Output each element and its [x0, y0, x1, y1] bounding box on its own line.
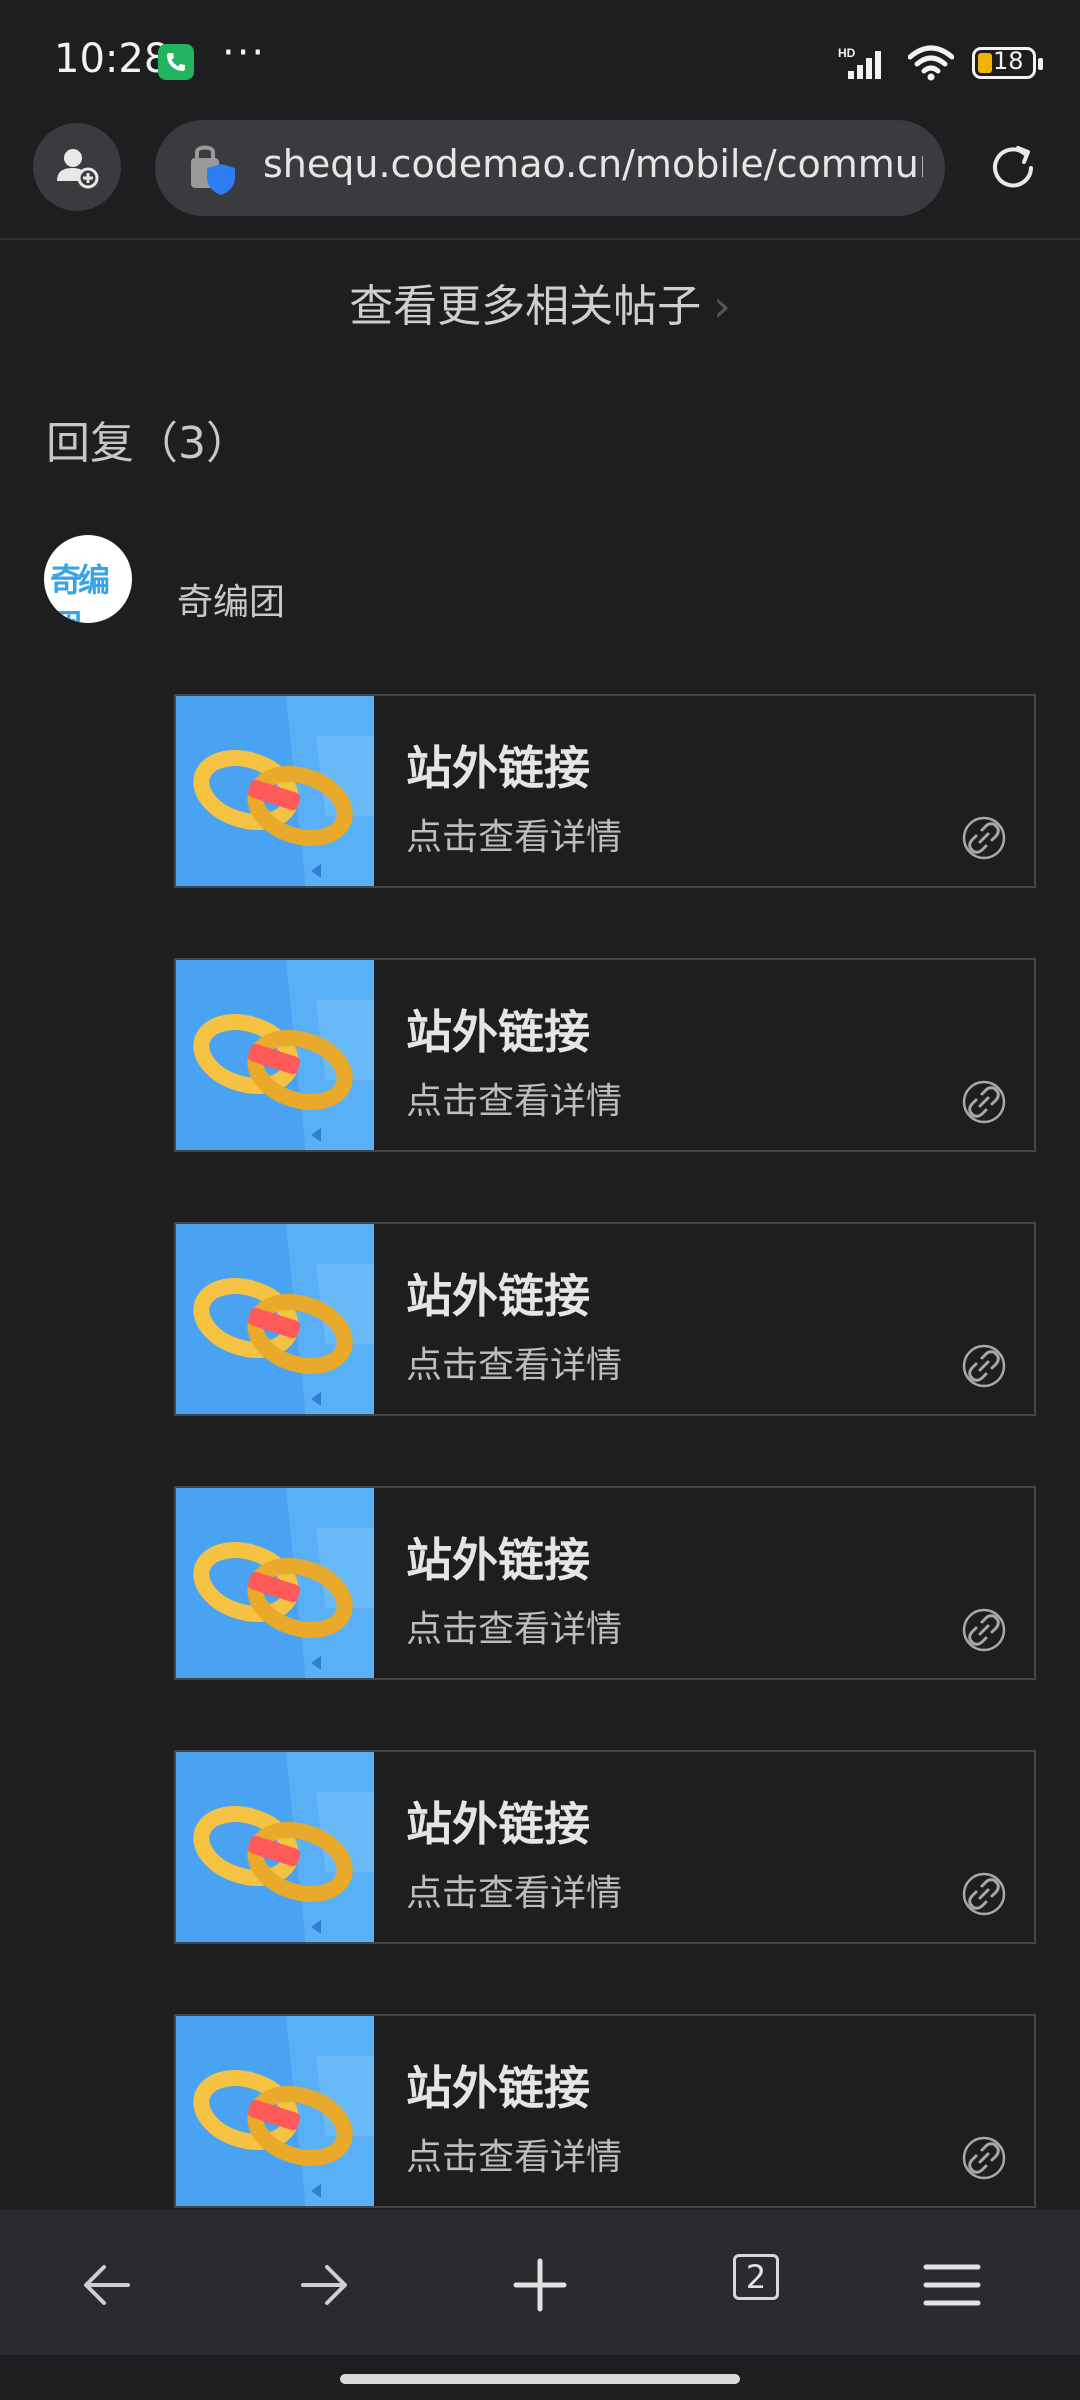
- link-card-title: 站外链接: [406, 741, 590, 795]
- tab-count: 2: [745, 2258, 767, 2296]
- network-label: HD: [838, 46, 856, 60]
- status-time: 10:28: [54, 36, 170, 82]
- link-icon: [962, 2136, 1006, 2180]
- author-avatar-text: 奇编团: [50, 561, 110, 623]
- chevron-right-icon: ›: [713, 281, 731, 332]
- more-related-posts-link[interactable]: 查看更多相关帖子 ›: [0, 270, 1080, 334]
- chain-link-icon: [176, 960, 374, 1150]
- link-card-subtitle: 点击查看详情: [406, 1345, 623, 1386]
- external-link-card[interactable]: 站外链接 点击查看详情: [174, 1222, 1036, 1416]
- wifi-icon: [908, 45, 954, 81]
- link-card-title: 站外链接: [406, 2061, 590, 2115]
- url-text: shequ.codemao.cn/mobile/community: [263, 142, 923, 186]
- chain-link-icon: [176, 1224, 374, 1414]
- link-card-title: 站外链接: [406, 1533, 590, 1587]
- chain-link-icon: [176, 696, 374, 886]
- address-bar[interactable]: shequ.codemao.cn/mobile/community: [155, 120, 945, 216]
- link-card-subtitle: 点击查看详情: [406, 1873, 623, 1914]
- profile-add-button[interactable]: [33, 123, 121, 211]
- home-indicator[interactable]: [340, 2374, 740, 2384]
- link-thumbnail: [176, 1752, 374, 1942]
- replies-header: 回复（3）: [46, 418, 250, 469]
- link-thumbnail: [176, 1488, 374, 1678]
- more-notifications-indicator: ···: [222, 30, 267, 76]
- link-icon: [962, 1608, 1006, 1652]
- author-avatar[interactable]: 奇编团: [44, 535, 132, 623]
- link-card-title: 站外链接: [406, 1269, 590, 1323]
- chain-link-icon: [176, 2016, 374, 2206]
- link-card-subtitle: 点击查看详情: [406, 1081, 623, 1122]
- battery-level: 18: [993, 47, 1024, 75]
- link-card-subtitle: 点击查看详情: [406, 2137, 623, 2178]
- chain-link-icon: [176, 1488, 374, 1678]
- back-arrow-icon[interactable]: [68, 2245, 148, 2325]
- gesture-bar-area: [0, 2355, 1080, 2400]
- link-thumbnail: [176, 1224, 374, 1414]
- chain-link-icon: [176, 1752, 374, 1942]
- status-bar: 10:28 ··· HD 18: [0, 0, 1080, 120]
- more-related-posts-label: 查看更多相关帖子: [349, 281, 702, 332]
- reload-icon[interactable]: [985, 140, 1041, 196]
- link-card-subtitle: 点击查看详情: [406, 1609, 623, 1650]
- link-thumbnail: [176, 696, 374, 886]
- link-card-title: 站外链接: [406, 1005, 590, 1059]
- link-card-subtitle: 点击查看详情: [406, 817, 623, 858]
- external-link-card[interactable]: 站外链接 点击查看详情: [174, 1750, 1036, 1944]
- external-link-card[interactable]: 站外链接 点击查看详情: [174, 2014, 1036, 2208]
- author-name[interactable]: 奇编团: [177, 573, 285, 625]
- signal-icon: HD: [838, 46, 881, 79]
- tabs-icon[interactable]: 2: [733, 2254, 779, 2300]
- phone-call-icon: [158, 44, 194, 80]
- browser-toolbar: shequ.codemao.cn/mobile/community: [0, 120, 1080, 240]
- link-icon: [962, 1872, 1006, 1916]
- link-card-title: 站外链接: [406, 1797, 590, 1851]
- link-icon: [962, 1080, 1006, 1124]
- new-tab-plus-icon[interactable]: [500, 2245, 580, 2325]
- link-icon: [962, 1344, 1006, 1388]
- battery-icon: 18: [972, 47, 1043, 79]
- external-link-card[interactable]: 站外链接 点击查看详情: [174, 958, 1036, 1152]
- link-thumbnail: [176, 960, 374, 1150]
- browser-bottom-nav: 2: [0, 2210, 1080, 2355]
- menu-icon[interactable]: [912, 2245, 992, 2325]
- link-icon: [962, 816, 1006, 860]
- forward-arrow-icon[interactable]: [283, 2245, 363, 2325]
- link-thumbnail: [176, 2016, 374, 2206]
- site-security-icon: [191, 145, 235, 195]
- profile-add-icon: [57, 149, 99, 189]
- external-link-card[interactable]: 站外链接 点击查看详情: [174, 1486, 1036, 1680]
- external-link-card[interactable]: 站外链接 点击查看详情: [174, 694, 1036, 888]
